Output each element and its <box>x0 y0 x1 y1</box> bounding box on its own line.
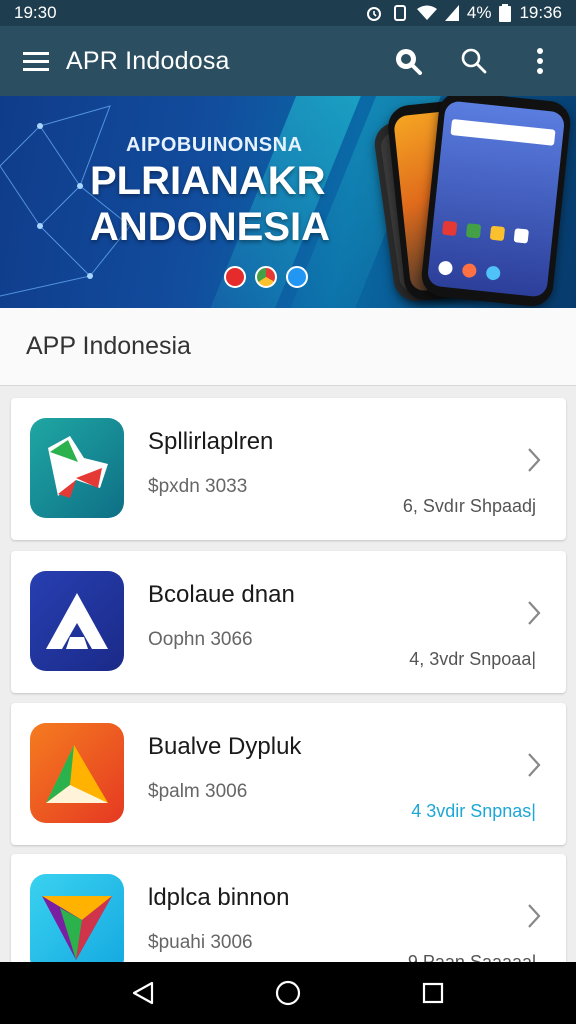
app-name: Bcolaue dnan <box>148 581 295 608</box>
battery-percent: 4% <box>466 3 492 22</box>
battery-icon <box>499 4 512 22</box>
system-nav-bar <box>0 962 576 1024</box>
app-name: Spllirlaplren <box>148 428 274 455</box>
app-title: APR Indodosa <box>66 46 230 75</box>
app-size: 6, Svdır Shpaadj <box>402 496 536 516</box>
menu-icon <box>23 52 49 71</box>
letter-a-app-icon <box>30 571 124 671</box>
recents-icon <box>423 982 444 1004</box>
app-bar: APR Indodosa <box>0 26 576 96</box>
triangle-arrow-app-icon <box>30 723 124 823</box>
app-meta: $puahi 3006 <box>148 932 253 953</box>
bird-app-icon <box>30 418 124 518</box>
list-item[interactable]: Bcolaue dnan Oophn 3066 4, 3vdr Snpoaa| <box>11 551 566 693</box>
app-meta: Oophn 3066 <box>148 629 253 650</box>
vibrate-icon <box>393 5 406 21</box>
chrome-dot-icon <box>255 266 277 288</box>
section-header: APP Indonesia <box>0 308 576 386</box>
phone-front-image <box>419 96 573 308</box>
back-icon <box>132 981 153 1005</box>
banner-headline: PLRIANAKR ANDONESIA <box>90 158 330 250</box>
status-icons: 4% 19:36 <box>365 3 562 23</box>
magnify-badge-icon <box>396 49 422 75</box>
status-bar: 19:30 4% 19:36 <box>0 0 576 26</box>
chevron-right-icon <box>528 753 541 777</box>
list-item[interactable]: Bualve Dypluk $palm 3006 4 3vdir Snpnas| <box>11 703 566 845</box>
signal-icon <box>444 5 459 21</box>
home-icon <box>275 980 301 1006</box>
back-button[interactable] <box>113 968 173 1018</box>
app-name: Bualve Dypluk <box>148 733 302 760</box>
banner-headline-line2: ANDONESIA <box>90 205 331 249</box>
app-name: ldplca binnon <box>148 884 290 911</box>
app-size: 4, 3vdr Snpoaa| <box>409 649 536 669</box>
app-size: 9 Paan Saaaaal <box>407 952 536 962</box>
section-title: APP Indonesia <box>26 332 191 360</box>
status-time-left: 19:30 <box>14 3 57 22</box>
app-meta: $pxdn 3033 <box>148 476 248 497</box>
list-item[interactable]: Spllirlaplren $pxdn 3033 6, Svdır Shpaad… <box>11 398 566 540</box>
banner-eyebrow: AIPOBUINONSNA <box>126 134 303 156</box>
chevron-right-icon <box>528 448 541 472</box>
blue-app-dot-icon <box>286 266 308 288</box>
search-button[interactable] <box>450 37 498 85</box>
alarm-icon <box>366 7 381 21</box>
magnify-badge-button[interactable] <box>384 37 432 85</box>
menu-button[interactable] <box>12 37 60 85</box>
recents-button[interactable] <box>403 968 463 1018</box>
app-list: Spllirlaplren $pxdn 3033 6, Svdır Shpaad… <box>0 386 576 962</box>
chevron-right-icon <box>528 601 541 625</box>
more-vert-icon <box>537 48 543 74</box>
banner-headline-line1: PLRIANAKR <box>90 159 326 203</box>
chevron-right-icon <box>528 904 541 928</box>
promo-banner[interactable]: AIPOBUINONSNA PLRIANAKR ANDONESIA <box>0 96 576 308</box>
app-meta: $palm 3006 <box>148 781 248 802</box>
list-item[interactable]: ldplca binnon $puahi 3006 9 Paan Saaaaal <box>11 854 566 962</box>
wifi-icon <box>416 5 437 20</box>
red-app-dot-icon <box>224 266 246 288</box>
app-size: 4 3vdir Snpnas| <box>411 801 536 821</box>
prism-app-icon <box>30 874 124 962</box>
home-button[interactable] <box>258 968 318 1018</box>
more-options-button[interactable] <box>516 37 564 85</box>
status-time-right: 19:36 <box>519 3 562 22</box>
search-icon <box>461 48 487 74</box>
